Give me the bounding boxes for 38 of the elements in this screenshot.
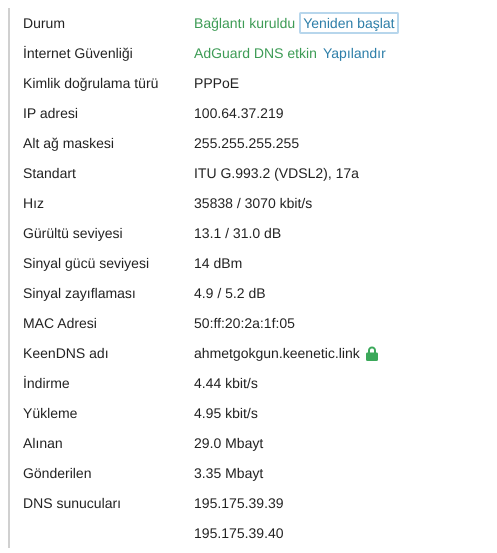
field-value: 195.175.39.40: [194, 525, 284, 541]
configure-link[interactable]: Yapılandır: [322, 45, 386, 61]
status-text: AdGuard DNS etkin: [194, 45, 317, 61]
field-label: Alt ağ maskesi: [23, 135, 116, 151]
field-value: 3.35 Mbayt: [194, 465, 264, 481]
field-label: MAC Adresi: [23, 315, 98, 331]
field-label: Gönderilen: [23, 465, 92, 481]
field-label: KeenDNS adı: [23, 345, 110, 361]
field-label: Gürültü seviyesi: [23, 225, 124, 241]
field-value: ITU G.993.2 (VDSL2), 17a: [194, 165, 359, 181]
field-value: 195.175.39.39: [194, 495, 284, 511]
lock-icon: [366, 346, 378, 360]
field-label: Kimlik doğrulama türü: [23, 75, 160, 91]
field-value: 29.0 Mbayt: [194, 435, 264, 451]
field-value: 255.255.255.255: [194, 135, 300, 151]
field-label: IP adresi: [23, 105, 79, 121]
field-value: 4.9 / 5.2 dB: [194, 285, 266, 301]
field-value: ahmetgokgun.keenetic.link: [194, 345, 360, 361]
field-value: 13.1 / 31.0 dB: [194, 225, 282, 241]
field-label: Alınan: [23, 435, 64, 451]
field-label: Hız: [23, 195, 45, 211]
field-label: DNS sunucuları: [23, 495, 122, 511]
field-label: İndirme: [23, 375, 71, 391]
field-label: İnternet Güvenliği: [23, 45, 134, 61]
status-text: Bağlantı kuruldu: [194, 15, 296, 31]
field-label: Yükleme: [23, 405, 78, 421]
field-label: Sinyal zayıflaması: [23, 285, 137, 301]
field-label: Standart: [23, 165, 77, 181]
field-value: 50:ff:20:2a:1f:05: [194, 315, 295, 331]
field-value: 4.95 kbit/s: [194, 405, 258, 421]
field-value: 4.44 kbit/s: [194, 375, 258, 391]
field-label: Sinyal gücü seviyesi: [23, 255, 150, 271]
field-value: 35838 / 3070 kbit/s: [194, 195, 312, 211]
field-value: PPPoE: [194, 75, 240, 91]
field-value: 14 dBm: [194, 255, 242, 271]
restart-button[interactable]: Yeniden başlat: [299, 12, 399, 34]
field-value: 100.64.37.219: [194, 105, 284, 121]
field-label: Durum: [23, 15, 66, 31]
